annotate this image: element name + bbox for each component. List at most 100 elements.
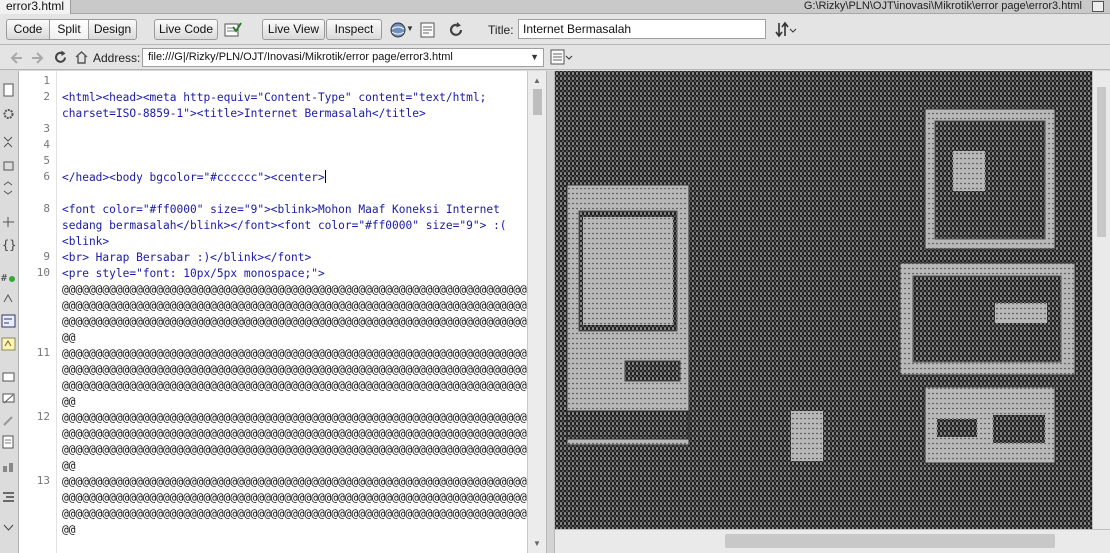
- remove-comment-icon[interactable]: [1, 392, 16, 406]
- code-line-text: </head><body bgcolor="#cccccc"><center>: [62, 171, 325, 184]
- title-input[interactable]: Internet Bermasalah: [518, 19, 766, 39]
- live-horizontal-scrollbar[interactable]: [555, 529, 1110, 553]
- scroll-up-icon[interactable]: ▲: [533, 76, 541, 85]
- live-vertical-scrollbar[interactable]: [1092, 71, 1110, 529]
- indent-code-icon[interactable]: [1, 490, 16, 504]
- wrap-tag-icon[interactable]: [1, 414, 16, 428]
- code-line: @@@@@@@@@@@@@@@@@@@@@@@@@@@@@@@@@@@@@@@@…: [62, 507, 527, 520]
- ascii-cable: [791, 411, 823, 461]
- file-path: G:\Rizky\PLN\OJT\inovasi\Mikrotik\error …: [803, 0, 1082, 12]
- line-number: 9: [43, 250, 50, 263]
- ascii-tower-drive: [995, 303, 1047, 323]
- move-css-icon[interactable]: [1, 460, 16, 474]
- forward-icon[interactable]: [30, 51, 44, 65]
- balance-braces-icon[interactable]: {}: [1, 237, 16, 251]
- code-line: @@: [62, 523, 76, 536]
- address-dropdown-icon[interactable]: ▼: [530, 49, 539, 66]
- code-line: @@@@@@@@@@@@@@@@@@@@@@@@@@@@@@@@@@@@@@@@…: [62, 347, 527, 360]
- svg-text:#: #: [1, 273, 7, 284]
- line-numbers-icon[interactable]: #: [1, 270, 16, 284]
- code-line: @@@@@@@@@@@@@@@@@@@@@@@@@@@@@@@@@@@@@@@@…: [62, 443, 527, 456]
- back-icon[interactable]: [10, 51, 24, 65]
- scroll-down-icon[interactable]: ▼: [533, 539, 541, 548]
- code-editor[interactable]: 1 2 3 4 5 6 8 9 10 11 12 13 <html><head>…: [19, 71, 546, 553]
- view-options-icon[interactable]: [550, 49, 574, 66]
- highlight-invalid-icon[interactable]: [1, 292, 16, 306]
- document-tab-bar: error3.html G:\Rizky\PLN\OJT\inovasi\Mik…: [0, 0, 1110, 14]
- file-management-icon[interactable]: [775, 21, 797, 39]
- line-number: 8: [43, 202, 50, 215]
- collapse-selection-icon[interactable]: [1, 159, 16, 173]
- line-number: 3: [43, 122, 50, 135]
- split-divider[interactable]: [546, 71, 555, 553]
- code-line: <blink>: [62, 235, 110, 248]
- code-line: @@: [62, 331, 76, 344]
- code-line: @@@@@@@@@@@@@@@@@@@@@@@@@@@@@@@@@@@@@@@@…: [62, 427, 527, 440]
- ascii-tower-top-panel: [934, 120, 1046, 240]
- title-label: Title:: [488, 23, 514, 37]
- code-line: @@: [62, 459, 76, 472]
- validate-icon[interactable]: [224, 21, 242, 39]
- line-number: 1: [43, 74, 50, 87]
- live-code-button[interactable]: Live Code: [154, 19, 218, 40]
- line-number: 6: [43, 170, 50, 183]
- line-number-gutter: 1 2 3 4 5 6 8 9 10 11 12 13: [19, 71, 57, 553]
- code-line: @@@@@@@@@@@@@@@@@@@@@@@@@@@@@@@@@@@@@@@@…: [62, 491, 527, 504]
- code-line: @@@@@@@@@@@@@@@@@@@@@@@@@@@@@@@@@@@@@@@@…: [62, 299, 527, 312]
- code-line: @@: [62, 395, 76, 408]
- code-scroll-thumb[interactable]: [533, 89, 542, 115]
- code-view-button[interactable]: Code: [6, 19, 50, 40]
- split-view-button[interactable]: Split: [50, 19, 89, 40]
- syntax-error-info-icon[interactable]: [1, 337, 16, 351]
- live-view-pane[interactable]: [555, 71, 1110, 553]
- code-line: @@@@@@@@@@@@@@@@@@@@@@@@@@@@@@@@@@@@@@@@…: [62, 363, 527, 376]
- toolbar-expand-icon[interactable]: [1, 520, 16, 534]
- inspect-button[interactable]: Inspect: [326, 19, 382, 40]
- code-line: @@@@@@@@@@@@@@@@@@@@@@@@@@@@@@@@@@@@@@@@…: [62, 283, 527, 296]
- line-number: 10: [36, 266, 50, 279]
- line-number: 5: [43, 154, 50, 167]
- ascii-art-render: [555, 71, 1092, 529]
- options-icon[interactable]: [419, 21, 437, 39]
- ascii-tower-vent-right: [993, 415, 1045, 443]
- gear-icon[interactable]: [1, 107, 16, 121]
- document-icon[interactable]: [1, 83, 16, 97]
- code-line: <font color="#ff0000" size="9"><blink>Mo…: [62, 203, 500, 216]
- globe-dropdown-icon[interactable]: ▼: [406, 24, 414, 33]
- live-vertical-thumb[interactable]: [1097, 87, 1106, 237]
- refresh-icon[interactable]: [447, 21, 465, 39]
- restore-window-icon[interactable]: [1092, 1, 1104, 12]
- ascii-tower-window: [953, 151, 985, 191]
- code-line: @@@@@@@@@@@@@@@@@@@@@@@@@@@@@@@@@@@@@@@@…: [62, 379, 527, 392]
- globe-icon[interactable]: [389, 21, 407, 39]
- live-view-button[interactable]: Live View: [262, 19, 325, 40]
- browser-navigation-bar: Address: file:///G|/Rizky/PLN/OJT/Inovas…: [0, 45, 1110, 70]
- code-line: charset=ISO-8859-1"><title>Internet Berm…: [62, 107, 426, 120]
- recent-snippets-icon[interactable]: [1, 435, 16, 449]
- document-tab[interactable]: error3.html: [0, 0, 72, 14]
- svg-text:{}: {}: [2, 238, 16, 251]
- line-number: 13: [36, 474, 50, 487]
- word-wrap-icon[interactable]: [1, 314, 16, 328]
- line-number: 12: [36, 410, 50, 423]
- code-line: sedang bermasalah</blink></font><font co…: [62, 219, 507, 232]
- line-number: 2: [43, 90, 50, 103]
- design-view-button[interactable]: Design: [89, 19, 137, 40]
- expand-all-icon[interactable]: [1, 181, 16, 195]
- code-line: </head><body bgcolor="#cccccc"><center>: [62, 170, 326, 186]
- code-line: <html><head><meta http-equiv="Content-Ty…: [62, 91, 487, 104]
- code-line: @@@@@@@@@@@@@@@@@@@@@@@@@@@@@@@@@@@@@@@@…: [62, 475, 527, 488]
- home-icon[interactable]: [74, 50, 89, 65]
- ascii-monitor-left-screen-inner: [583, 217, 673, 325]
- address-input[interactable]: file:///G|/Rizky/PLN/OJT/Inovasi/Mikroti…: [142, 48, 544, 67]
- apply-comment-icon[interactable]: [1, 371, 16, 385]
- code-line: <pre style="font: 10px/5px monospace;">: [62, 267, 325, 280]
- line-number: 11: [36, 346, 50, 359]
- live-horizontal-thumb[interactable]: [725, 534, 1055, 548]
- code-line: @@@@@@@@@@@@@@@@@@@@@@@@@@@@@@@@@@@@@@@@…: [62, 315, 527, 328]
- refresh-page-icon[interactable]: [53, 50, 68, 65]
- select-parent-tag-icon[interactable]: [1, 215, 16, 229]
- collapse-tag-icon[interactable]: [1, 135, 16, 149]
- code-vertical-scrollbar[interactable]: ▲ ▼: [527, 71, 546, 553]
- ascii-tower-vent-left: [937, 419, 977, 437]
